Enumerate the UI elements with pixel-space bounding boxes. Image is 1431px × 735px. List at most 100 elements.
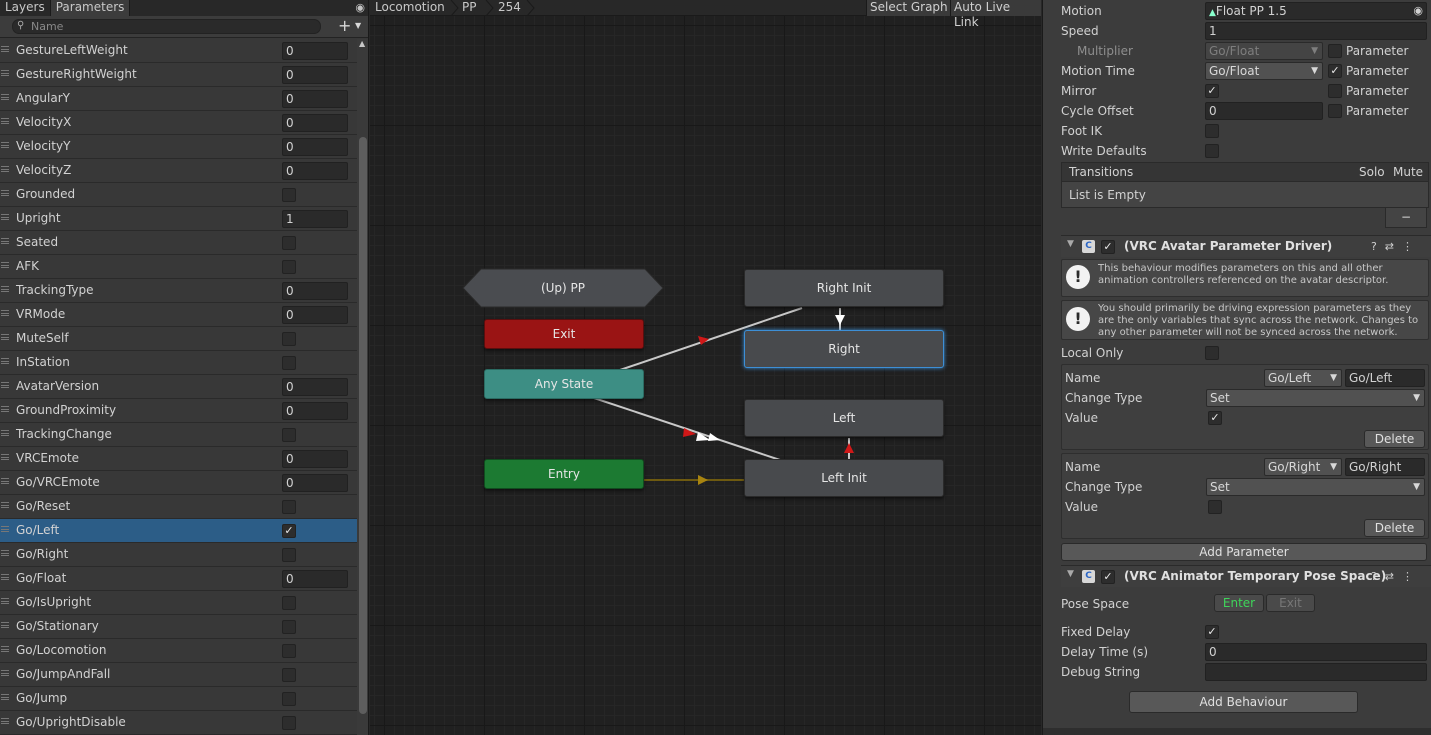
pose-space-enabled-checkbox[interactable]: ✓: [1101, 570, 1115, 584]
scroll-thumb[interactable]: [359, 137, 367, 714]
enter-button[interactable]: Enter: [1214, 594, 1264, 612]
parameter-row[interactable]: VRMode 0: [0, 303, 357, 327]
parameter-row[interactable]: AngularY 0: [0, 87, 357, 111]
change-type-dropdown[interactable]: Set ▼: [1206, 389, 1425, 407]
parameter-row[interactable]: TrackingType 0: [0, 279, 357, 303]
multiplier-parameter-checkbox[interactable]: [1328, 44, 1342, 58]
right-node[interactable]: Right: [744, 330, 944, 368]
drag-handle-icon[interactable]: [1, 46, 9, 52]
debug-string-field[interactable]: [1205, 663, 1427, 681]
parameter-checkbox[interactable]: [282, 428, 296, 442]
more-icon[interactable]: ⋮: [1402, 240, 1421, 253]
drag-handle-icon[interactable]: [1, 430, 9, 436]
parameter-checkbox[interactable]: [282, 692, 296, 706]
parameter-checkbox[interactable]: [282, 188, 296, 202]
parameter-value-field[interactable]: 0: [282, 42, 348, 60]
parameter-row[interactable]: TrackingChange: [0, 423, 357, 447]
parameter-checkbox[interactable]: [282, 356, 296, 370]
eye-icon[interactable]: ◉: [355, 1, 365, 14]
drag-handle-icon[interactable]: [1, 238, 9, 244]
scroll-up-icon[interactable]: ▲: [359, 39, 365, 48]
remove-transition-button[interactable]: −: [1385, 208, 1427, 228]
parameter-row[interactable]: GestureRightWeight 0: [0, 63, 357, 87]
parameter-row[interactable]: AFK: [0, 255, 357, 279]
parameter-row[interactable]: VelocityZ 0: [0, 159, 357, 183]
drag-handle-icon[interactable]: [1, 622, 9, 628]
parameter-checkbox[interactable]: [282, 500, 296, 514]
component-tools[interactable]: ?⇄⋮: [1371, 566, 1421, 587]
parameter-value-field[interactable]: 0: [282, 474, 348, 492]
drag-handle-icon[interactable]: [1, 310, 9, 316]
help-icon[interactable]: ?: [1371, 570, 1385, 583]
drag-handle-icon[interactable]: [1, 454, 9, 460]
exit-button[interactable]: Exit: [1266, 594, 1315, 612]
parameter-row[interactable]: Go/Float 0: [0, 567, 357, 591]
parameter-checkbox[interactable]: ✓: [282, 524, 296, 538]
name-field[interactable]: Go/Left: [1345, 369, 1425, 387]
parameter-checkbox[interactable]: [282, 260, 296, 274]
help-icon[interactable]: ?: [1371, 240, 1385, 253]
mirror-checkbox[interactable]: ✓: [1205, 84, 1219, 98]
motion-field[interactable]: ▲Float PP 1.5 ◉: [1205, 2, 1427, 20]
name-field[interactable]: Go/Right: [1345, 458, 1425, 476]
local-only-checkbox[interactable]: [1205, 346, 1219, 360]
drag-handle-icon[interactable]: [1, 334, 9, 340]
component-tools[interactable]: ?⇄⋮: [1371, 236, 1421, 257]
parameter-checkbox[interactable]: [282, 716, 296, 730]
parameter-checkbox[interactable]: [282, 236, 296, 250]
cycle-offset-field[interactable]: 0: [1205, 102, 1323, 120]
parameter-row[interactable]: GroundProximity 0: [0, 399, 357, 423]
preset-icon[interactable]: ⇄: [1385, 240, 1402, 253]
parameter-row[interactable]: Grounded: [0, 183, 357, 207]
drag-handle-icon[interactable]: [1, 718, 9, 724]
parameter-row[interactable]: Go/UprightDisable: [0, 711, 357, 735]
breadcrumb-locomotion[interactable]: Locomotion: [375, 0, 445, 16]
add-parameter-button[interactable]: +: [338, 17, 351, 35]
fixed-delay-checkbox[interactable]: ✓: [1205, 625, 1219, 639]
left-node[interactable]: Left: [744, 399, 944, 437]
drag-handle-icon[interactable]: [1, 478, 9, 484]
add-parameter-button[interactable]: Add Parameter: [1061, 543, 1427, 561]
parameter-row[interactable]: Go/Stationary: [0, 615, 357, 639]
drag-handle-icon[interactable]: [1, 118, 9, 124]
motion-time-dropdown[interactable]: Go/Float ▼: [1205, 62, 1323, 80]
foot-ik-checkbox[interactable]: [1205, 124, 1219, 138]
breadcrumb-pp[interactable]: PP: [462, 0, 476, 16]
multiplier-dropdown[interactable]: Go/Float ▼: [1205, 42, 1323, 60]
motion-time-parameter-checkbox[interactable]: ✓: [1328, 64, 1342, 78]
change-type-dropdown[interactable]: Set ▼: [1206, 478, 1425, 496]
parameter-value-field[interactable]: 0: [282, 138, 348, 156]
speed-field[interactable]: 1: [1205, 22, 1427, 40]
parameter-row[interactable]: Go/Jump: [0, 687, 357, 711]
name-dropdown[interactable]: Go/Right ▼: [1264, 458, 1342, 476]
drag-handle-icon[interactable]: [1, 166, 9, 172]
breadcrumb-254[interactable]: 254: [498, 0, 521, 16]
parameter-row[interactable]: Go/IsUpright: [0, 591, 357, 615]
drag-handle-icon[interactable]: [1, 694, 9, 700]
drag-handle-icon[interactable]: [1, 382, 9, 388]
delay-time-field[interactable]: 0: [1205, 643, 1427, 661]
drag-handle-icon[interactable]: [1, 550, 9, 556]
tab-parameters[interactable]: Parameters: [50, 0, 131, 16]
parameter-row[interactable]: AvatarVersion 0: [0, 375, 357, 399]
up-state-node[interactable]: (Up) PP: [463, 269, 663, 307]
parameter-value-field[interactable]: 0: [282, 402, 348, 420]
parameter-value-field[interactable]: 0: [282, 162, 348, 180]
value-checkbox[interactable]: [1208, 500, 1222, 514]
write-defaults-checkbox[interactable]: [1205, 144, 1219, 158]
drag-handle-icon[interactable]: [1, 262, 9, 268]
chevron-down-icon[interactable]: ▼: [355, 21, 361, 30]
parameter-row[interactable]: Upright 1: [0, 207, 357, 231]
right-init-node[interactable]: Right Init: [744, 269, 944, 307]
parameter-row[interactable]: InStation: [0, 351, 357, 375]
parameter-checkbox[interactable]: [282, 332, 296, 346]
mirror-parameter-checkbox[interactable]: [1328, 84, 1342, 98]
parameter-row[interactable]: VelocityX 0: [0, 111, 357, 135]
drag-handle-icon[interactable]: [1, 670, 9, 676]
drag-handle-icon[interactable]: [1, 94, 9, 100]
drag-handle-icon[interactable]: [1, 190, 9, 196]
drag-handle-icon[interactable]: [1, 406, 9, 412]
value-checkbox[interactable]: ✓: [1208, 411, 1222, 425]
parameter-row[interactable]: Seated: [0, 231, 357, 255]
entry-node[interactable]: Entry: [484, 459, 644, 489]
